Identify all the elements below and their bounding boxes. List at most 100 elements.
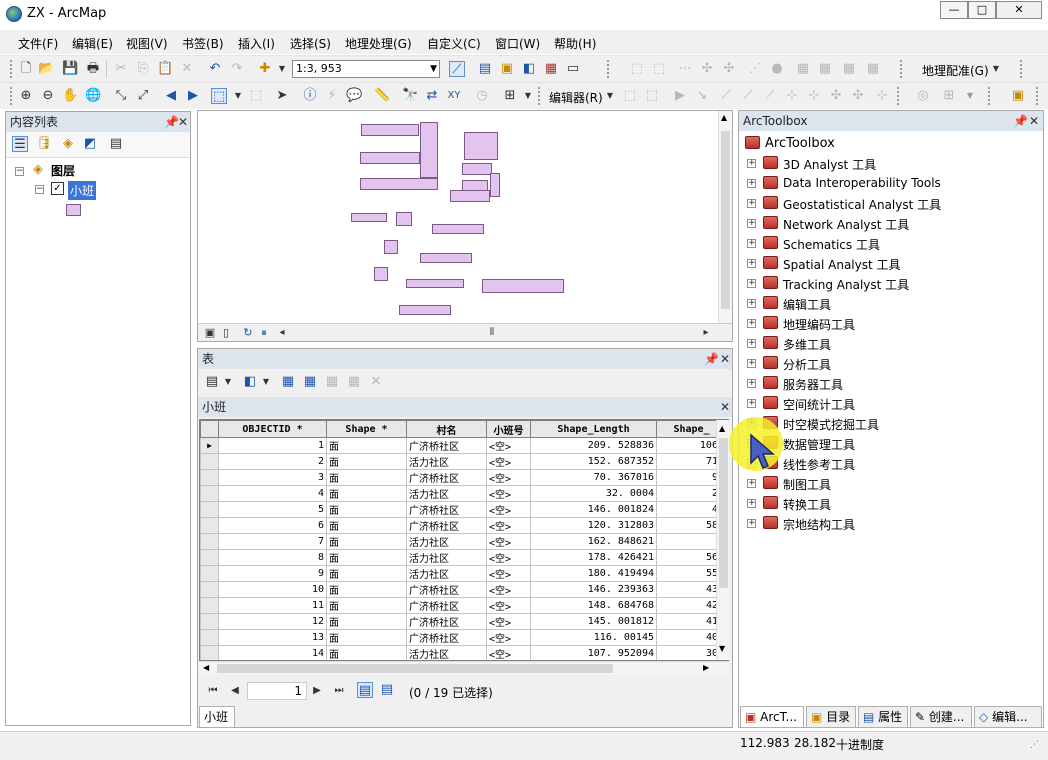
scroll-right-icon[interactable]: ▶ (703, 663, 709, 672)
table-cell[interactable]: 面 (326, 645, 407, 660)
new-document-icon[interactable]: 🗋 (18, 61, 34, 77)
table-cell[interactable]: <空> (486, 469, 531, 486)
layer-symbol-swatch[interactable] (66, 204, 81, 216)
table-cell[interactable]: <空> (486, 581, 531, 598)
table-cell[interactable]: 162. 848621 (530, 533, 657, 550)
table-cell[interactable]: <空> (486, 517, 531, 534)
scroll-down-icon[interactable]: ▼ (719, 644, 725, 653)
toolbar-grip[interactable] (988, 87, 991, 105)
row-selector[interactable] (200, 565, 219, 582)
expand-icon[interactable]: + (747, 239, 756, 248)
trace-icon[interactable]: ↘ (694, 88, 710, 104)
create-features-icon[interactable]: ▦ (841, 61, 857, 77)
toolbox-item[interactable]: + 服务器工具 (739, 373, 1039, 393)
expand-icon[interactable]: + (747, 179, 756, 188)
table-cell[interactable]: 广济桥社区 (406, 629, 487, 646)
toc-options-icon[interactable]: ▤ (108, 136, 124, 152)
cut-icon[interactable]: ✂ (113, 61, 129, 77)
pause-drawing-icon[interactable]: ⏸ (256, 325, 272, 341)
menu-help[interactable]: 帮助(H) (554, 35, 596, 52)
catalog-window-icon[interactable]: ▣ (499, 61, 515, 77)
table-row[interactable]: 13 面广济桥社区 <空> 116. 00145 403 (200, 629, 727, 646)
expand-icon[interactable]: + (747, 499, 756, 508)
clear-table-selection-icon[interactable]: ▦ (324, 374, 340, 390)
maximize-button[interactable]: □ (968, 1, 996, 19)
arctoolbox-tab[interactable]: ▣ ArcT... (740, 706, 804, 728)
table-cell[interactable]: 13 (218, 629, 327, 646)
row-selector[interactable]: ▶ (200, 437, 219, 454)
add-data-icon[interactable]: ✚ (257, 61, 273, 77)
expand-icon[interactable]: + (747, 299, 756, 308)
table-cell[interactable]: 145. 001812 (530, 613, 657, 630)
split-icon[interactable]: ✣ (721, 61, 737, 77)
show-selected-records-icon[interactable]: ▤ (379, 682, 395, 698)
table-cell[interactable]: 面 (326, 613, 407, 630)
table-cell[interactable]: <空> (486, 533, 531, 550)
table-cell[interactable]: <空> (486, 485, 531, 502)
adjust-dropdown-icon[interactable]: ▼ (962, 88, 978, 104)
toolbox-item[interactable]: + 多维工具 (739, 333, 1039, 353)
toc-window-icon[interactable]: ▤ (477, 61, 493, 77)
row-selector[interactable] (200, 485, 219, 502)
table-row[interactable]: 8 面活力社区 <空> 178. 426421 562 (200, 549, 727, 566)
table-cell[interactable]: 面 (326, 597, 407, 614)
layers-group-label[interactable]: 图层 (51, 162, 75, 179)
attribute-grid[interactable]: OBJECTID * Shape * 村名 小班号 Shape_Length S… (199, 419, 729, 661)
row-selector[interactable] (200, 629, 219, 646)
table-row[interactable]: 6 面广济桥社区 <空> 120. 312803 585 (200, 517, 727, 534)
table-cell[interactable]: 11 (218, 597, 327, 614)
search-window-icon[interactable]: ◧ (521, 61, 537, 77)
close-panel-icon[interactable]: ✕ (1029, 111, 1039, 131)
pin-icon[interactable]: 📌 (1013, 111, 1028, 131)
toolbar-grip[interactable] (1036, 87, 1039, 105)
toolbar-grip[interactable] (900, 60, 903, 78)
table-cell[interactable]: 2 (218, 453, 327, 470)
table-cell[interactable]: 116. 00145 (530, 629, 657, 646)
table-cell[interactable]: 广济桥社区 (406, 501, 487, 518)
rotate-icon[interactable]: ● (769, 61, 785, 77)
table-cell[interactable]: 10 (218, 581, 327, 598)
distance-distance-icon[interactable]: ⊹ (784, 88, 800, 104)
table-cell[interactable]: 120. 312803 (530, 517, 657, 534)
table-row[interactable]: 2 面活力社区 <空> 152. 687352 716 (200, 453, 727, 470)
clear-selection-icon[interactable]: ⬚ (248, 88, 264, 104)
georeferencing-menu[interactable]: 地理配准(G) (922, 62, 989, 79)
spatial-adjustment-icon[interactable]: ◎ (915, 88, 931, 104)
georeferencing-dropdown-icon[interactable]: ▼ (988, 61, 1004, 77)
python-window-icon[interactable]: ▭ (565, 61, 581, 77)
column-header[interactable]: 小班号 (486, 420, 531, 438)
print-icon[interactable]: 🖶 (85, 61, 101, 77)
toolbox-item[interactable]: + Schematics 工具 (739, 233, 1039, 253)
open-icon[interactable]: 📂 (38, 61, 54, 77)
menu-bookmarks[interactable]: 书签(B) (182, 35, 224, 52)
pin-icon[interactable]: 📌 (164, 112, 179, 132)
expand-icon[interactable]: + (747, 479, 756, 488)
table-cell[interactable]: 面 (326, 581, 407, 598)
cut-polygon-icon[interactable]: ✣ (699, 61, 715, 77)
arc-segment-icon[interactable]: ⟋ (718, 88, 734, 104)
row-selector[interactable] (200, 549, 219, 566)
table-cell[interactable]: 广济桥社区 (406, 437, 487, 454)
expand-icon[interactable]: + (747, 159, 756, 168)
arctoolbox-window-icon[interactable]: ▦ (543, 61, 559, 77)
table-cell[interactable]: <空> (486, 437, 531, 454)
table-cell[interactable]: <空> (486, 629, 531, 646)
table-cell[interactable]: 148. 684768 (530, 597, 657, 614)
row-selector[interactable] (200, 613, 219, 630)
scroll-thumb[interactable] (719, 438, 728, 588)
row-selector[interactable] (200, 501, 219, 518)
row-selector[interactable] (200, 581, 219, 598)
scroll-up-icon[interactable]: ▲ (721, 113, 727, 122)
scroll-thumb[interactable] (721, 131, 730, 309)
undo-icon[interactable]: ↶ (207, 61, 223, 77)
table-row[interactable]: 10 面广济桥社区 <空> 146. 239363 430 (200, 581, 727, 598)
toolbox-item[interactable]: + 空间统计工具 (739, 393, 1039, 413)
table-cell[interactable]: 146. 239363 (530, 581, 657, 598)
toolbox-item[interactable]: + 制图工具 (739, 473, 1039, 493)
table-cell[interactable]: <空> (486, 549, 531, 566)
expand-icon[interactable]: + (747, 339, 756, 348)
list-by-visibility-icon[interactable]: ◈ (60, 136, 76, 152)
scroll-right-icon[interactable]: ▸ (698, 325, 714, 341)
select-features-icon[interactable]: ⬚ (211, 88, 227, 104)
toolbar-grip[interactable] (1020, 60, 1023, 78)
